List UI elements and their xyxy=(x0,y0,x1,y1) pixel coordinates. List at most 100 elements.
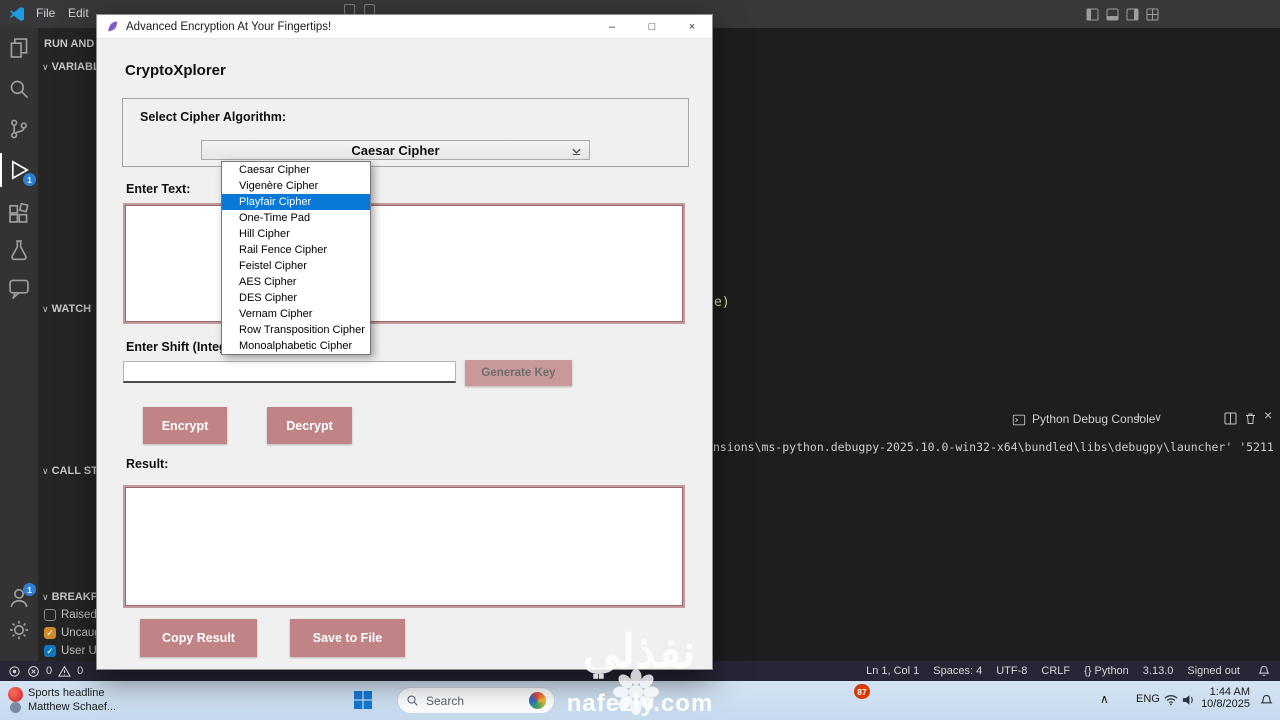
decrypt-button[interactable]: Decrypt xyxy=(267,407,352,444)
cipher-combobox[interactable]: Caesar Cipher xyxy=(201,140,590,160)
wifi-icon[interactable] xyxy=(1164,694,1178,706)
source-control-icon[interactable] xyxy=(7,117,31,141)
copy-result-button[interactable]: Copy Result xyxy=(140,619,257,657)
clock[interactable]: 1:44 AM 10/8/2025 xyxy=(1198,686,1250,710)
notification-center-icon[interactable] xyxy=(1260,694,1273,707)
editor-code-fragment: e) xyxy=(714,295,730,310)
terminal-dropdown-icon[interactable]: ∨ xyxy=(1154,411,1162,424)
testing-icon[interactable] xyxy=(7,238,31,262)
vscode-side-panel: RUN AND DEBUG ∨VARIABLES ∨WATCH ∨CALL ST… xyxy=(38,28,96,661)
breakpoint-item[interactable]: Raised Exceptions xyxy=(44,609,96,621)
menu-edit[interactable]: Edit xyxy=(60,0,97,26)
language-mode[interactable]: {} Python xyxy=(1084,665,1129,677)
warnings-icon[interactable] xyxy=(58,665,72,678)
encrypt-button[interactable]: Encrypt xyxy=(143,407,227,444)
remote-indicator-icon[interactable] xyxy=(8,665,21,678)
dropdown-item[interactable]: Monoalphabetic Cipher xyxy=(222,338,370,354)
indentation[interactable]: Spaces: 4 xyxy=(933,665,982,677)
eol-sequence[interactable]: CRLF xyxy=(1041,665,1070,677)
dropdown-item[interactable]: Feistel Cipher xyxy=(222,258,370,274)
customize-layout-icon[interactable] xyxy=(1146,8,1159,21)
chevron-down-icon: ∨ xyxy=(42,61,49,72)
menu-file[interactable]: File xyxy=(28,0,63,26)
combobox-arrow-icon xyxy=(572,148,581,155)
widgets-news-icon[interactable] xyxy=(8,687,23,702)
trash-icon[interactable] xyxy=(1244,412,1257,425)
language-indicator[interactable]: ENG xyxy=(1136,693,1160,705)
breakpoint-item[interactable]: ✓User Uncaught Exceptions xyxy=(44,645,96,657)
close-panel-icon[interactable]: × xyxy=(1264,407,1272,423)
dropdown-item[interactable]: Vigenère Cipher xyxy=(222,178,370,194)
start-button[interactable] xyxy=(353,690,373,710)
error-count[interactable]: 0 xyxy=(46,665,52,677)
combobox-value: Caesar Cipher xyxy=(351,142,440,158)
notifications-bell-icon[interactable] xyxy=(1258,665,1270,677)
checkbox-checked-orange[interactable]: ✓ xyxy=(44,627,56,639)
tray-chevron-up-icon[interactable]: ∧ xyxy=(1100,692,1109,706)
account-status[interactable]: Signed out xyxy=(1187,665,1240,677)
new-terminal-icon[interactable]: + xyxy=(1134,409,1143,426)
search-icon[interactable] xyxy=(7,77,31,101)
section-watch[interactable]: ∨ WATCH xyxy=(42,303,91,315)
search-highlight-icon xyxy=(529,692,546,709)
python-version[interactable]: 3.13.0 xyxy=(1143,665,1174,677)
accounts-badge: 1 xyxy=(23,583,36,596)
encoding[interactable]: UTF-8 xyxy=(996,665,1027,677)
dropdown-item[interactable]: Caesar Cipher xyxy=(222,162,370,178)
cipher-groupbox: Select Cipher Algorithm: Caesar Cipher xyxy=(122,98,689,167)
settings-gear-icon[interactable] xyxy=(7,618,31,642)
dropdown-item[interactable]: One-Time Pad xyxy=(222,210,370,226)
accounts-icon[interactable]: 1 xyxy=(7,583,36,610)
debug-console-icon xyxy=(1012,414,1026,426)
chevron-down-icon: ∨ xyxy=(42,465,49,476)
chat-icon[interactable] xyxy=(7,276,31,300)
dropdown-item[interactable]: Hill Cipher xyxy=(222,226,370,242)
maximize-button[interactable]: □ xyxy=(632,15,672,39)
cursor-position[interactable]: Ln 1, Col 1 xyxy=(866,665,919,677)
toggle-secondary-sidebar-icon[interactable] xyxy=(1126,8,1139,21)
result-label: Result: xyxy=(126,457,169,471)
volume-icon[interactable] xyxy=(1182,694,1195,706)
search-icon xyxy=(407,695,418,706)
shift-input[interactable] xyxy=(123,361,456,383)
dropdown-item-highlighted[interactable]: Playfair Cipher xyxy=(222,194,370,210)
errors-icon[interactable] xyxy=(27,665,40,678)
tray-time: 1:44 AM xyxy=(1209,686,1250,698)
section-variables[interactable]: ∨VARIABLES xyxy=(42,61,96,73)
toggle-sidebar-icon[interactable] xyxy=(1086,8,1099,21)
dropdown-item[interactable]: Rail Fence Cipher xyxy=(222,242,370,258)
dropdown-item[interactable]: DES Cipher xyxy=(222,290,370,306)
dropdown-item[interactable]: Vernam Cipher xyxy=(222,306,370,322)
cryptoxplorer-window: Advanced Encryption At Your Fingertips! … xyxy=(96,14,713,670)
breakpoint-item[interactable]: ✓Uncaught Exceptions xyxy=(44,627,96,639)
explorer-icon[interactable] xyxy=(7,36,31,60)
widgets-subline[interactable]: Matthew Schaef... xyxy=(28,701,116,713)
widgets-headline[interactable]: Sports headline xyxy=(28,687,104,699)
dropdown-item[interactable]: AES Cipher xyxy=(222,274,370,290)
close-button[interactable]: × xyxy=(672,15,712,39)
chevron-down-icon: ∨ xyxy=(42,303,49,314)
checkbox-unchecked[interactable] xyxy=(44,609,56,621)
widgets-author-avatar xyxy=(10,702,21,713)
app-titlebar[interactable]: Advanced Encryption At Your Fingertips! … xyxy=(97,15,712,39)
split-terminal-icon[interactable] xyxy=(1224,412,1237,425)
section-breakpoints[interactable]: ∨BREAKPOINTS xyxy=(42,591,96,603)
generate-key-button[interactable]: Generate Key xyxy=(465,360,572,386)
warning-count[interactable]: 0 xyxy=(77,665,83,677)
minimize-button[interactable]: – xyxy=(592,15,632,39)
section-call-stack[interactable]: ∨CALL STACK xyxy=(42,465,96,477)
extensions-icon[interactable] xyxy=(7,202,31,226)
save-to-file-button[interactable]: Save to File xyxy=(290,619,405,657)
result-area[interactable] xyxy=(123,485,685,608)
toggle-panel-icon[interactable] xyxy=(1106,8,1119,21)
checkbox-checked-blue[interactable]: ✓ xyxy=(44,645,56,657)
whatsapp-unread-badge: 87 xyxy=(854,684,870,699)
taskbar-search-box[interactable]: Search xyxy=(397,687,555,714)
watermark-flower-icon xyxy=(613,669,659,715)
run-and-debug-icon[interactable]: 1 xyxy=(0,153,36,187)
text-input-area[interactable] xyxy=(123,203,685,324)
tray-date: 10/8/2025 xyxy=(1201,698,1250,710)
dropdown-item[interactable]: Row Transposition Cipher xyxy=(222,322,370,338)
debug-badge: 1 xyxy=(23,173,36,186)
search-placeholder: Search xyxy=(426,693,465,708)
